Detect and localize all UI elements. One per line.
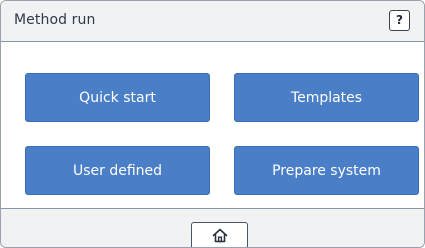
method-options: Quick start Templates User defined Prepa… — [1, 42, 424, 208]
quick-start-button[interactable]: Quick start — [25, 73, 210, 122]
footer-bar — [1, 208, 424, 247]
templates-button[interactable]: Templates — [234, 73, 419, 122]
help-button[interactable]: ? — [389, 10, 410, 31]
home-icon — [212, 228, 228, 243]
home-button[interactable] — [191, 222, 248, 247]
page-title: Method run — [14, 12, 96, 28]
method-run-screen: Method run ? Quick start Templates User … — [0, 0, 425, 248]
user-defined-button[interactable]: User defined — [25, 146, 210, 195]
header-bar: Method run ? — [1, 1, 424, 42]
prepare-system-button[interactable]: Prepare system — [234, 146, 419, 195]
